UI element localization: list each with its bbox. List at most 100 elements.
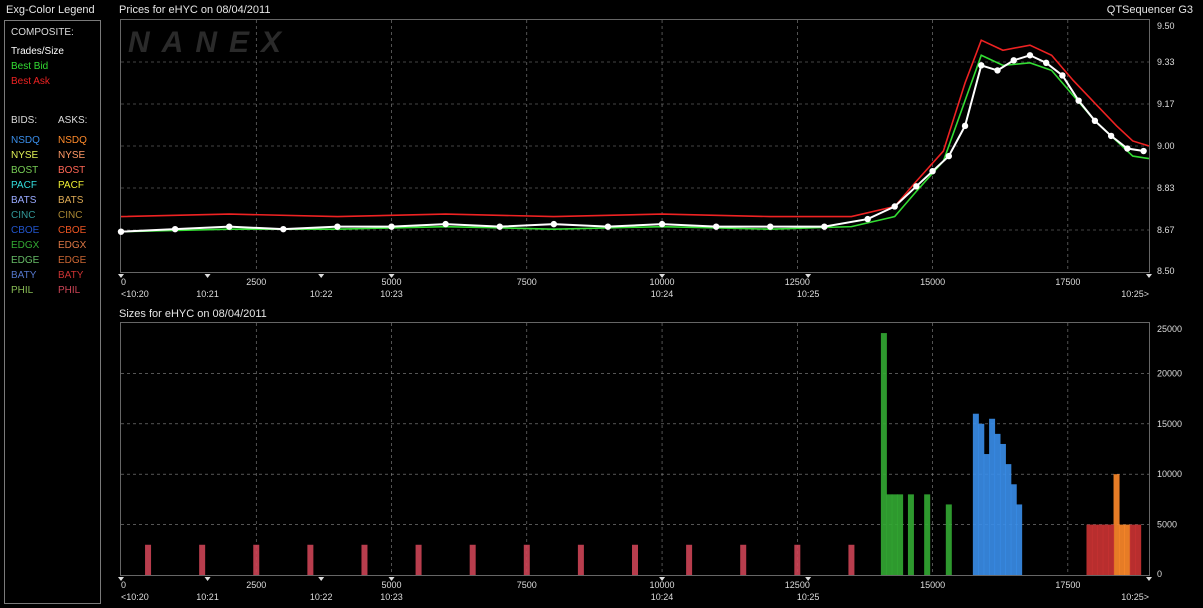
size-bar [989, 418, 996, 575]
price-series-line [120, 54, 1144, 233]
size-bar [1135, 524, 1142, 575]
size-bar [1129, 524, 1136, 575]
size-bar [924, 494, 931, 575]
trade-point [171, 225, 179, 233]
trade-point [767, 223, 774, 230]
x-tick-label: 12500 [785, 580, 810, 590]
legend-ask-pacf: PACF [58, 180, 84, 191]
y-tick-label: 5000 [1157, 520, 1177, 530]
size-bar [848, 544, 855, 575]
time-tick-label: 10:21 [196, 592, 219, 602]
legend-bid-cinc: CINC [11, 210, 36, 221]
y-tick-label: 25000 [1157, 324, 1182, 334]
size-bar [577, 544, 584, 575]
size-bar [1086, 524, 1093, 575]
trade-point [496, 223, 503, 230]
legend-ask-edge: EDGE [58, 255, 87, 266]
legend-item-trades-size: Trades/Size [11, 46, 64, 57]
trade-point [658, 220, 666, 228]
trade-point [929, 168, 936, 175]
price-chart-svg: 9.50 9.33 9.17 9.00 8.83 8.67 8.50 0 2500 5000 750… [117, 20, 1175, 299]
time-tick-label: 10:24 [651, 289, 674, 299]
trade-point [712, 223, 720, 230]
trade-point [226, 223, 233, 230]
y-tick-label: 9.33 [1157, 57, 1175, 67]
legend-ask-nyse: NYSE [58, 150, 86, 161]
legend-ask-cinc: CINC [58, 210, 83, 221]
size-bar [740, 544, 747, 575]
legend-ask-edgx: EDGX [58, 240, 87, 251]
legend-bid-bost: BOST [11, 165, 39, 176]
trade-point [1043, 59, 1050, 67]
prices-chart-title: Prices for eHYC on 08/04/2011 [119, 4, 271, 16]
legend-bid-nyse: NYSE [11, 150, 39, 161]
x-tick-label: 7500 [517, 277, 537, 287]
legend-bid-baty: BATY [11, 270, 37, 281]
trade-point [945, 152, 953, 160]
time-tick-label: 10:22 [310, 289, 333, 299]
size-bar [891, 494, 898, 575]
trade-point [117, 228, 125, 235]
size-bar [361, 544, 368, 575]
trade-point [913, 183, 920, 190]
time-tick-label: 10:25> [1121, 289, 1149, 299]
size-bar [1118, 524, 1125, 575]
legend-item-best-bid: Best Bid [11, 61, 49, 72]
trade-point [1140, 147, 1147, 155]
x-tick-label: 0 [121, 277, 126, 287]
size-bar [1124, 524, 1131, 575]
size-bar [886, 494, 893, 575]
sizes-chart-title: Sizes for eHYC on 08/04/2011 [119, 308, 267, 320]
size-bar [972, 413, 979, 575]
time-tick-marker [1146, 274, 1152, 278]
size-bar [1010, 484, 1017, 575]
y-tick-label: 0 [1157, 569, 1162, 579]
time-tick-marker [318, 577, 325, 581]
legend-bid-phil: PHIL [11, 285, 34, 296]
time-tick-label: 10:23 [380, 289, 403, 299]
trade-point [1059, 72, 1066, 79]
trade-point [1026, 52, 1034, 59]
legend-ask-nsdq: NSDQ [58, 135, 87, 146]
legend-bid-pacf: PACF [11, 180, 37, 191]
size-bar [907, 494, 914, 575]
x-tick-label: 17500 [1055, 277, 1080, 287]
trade-point [994, 67, 1001, 74]
trade-point [821, 223, 828, 230]
y-tick-label: 9.17 [1157, 99, 1175, 109]
y-tick-label: 8.50 [1157, 266, 1175, 276]
time-tick-marker [1146, 577, 1152, 581]
bids-header: BIDS: [11, 115, 38, 126]
legend-bid-nsdq: NSDQ [11, 135, 40, 146]
time-tick-label: <10:20 [121, 289, 149, 299]
time-tick-label: 10:23 [380, 592, 403, 602]
time-tick-label: 10:25 [797, 289, 820, 299]
legend-ask-cboe: CBOE [58, 225, 87, 236]
size-bar [994, 433, 1001, 575]
x-tick-label: 12500 [785, 277, 810, 287]
trade-point [1091, 117, 1099, 125]
size-bar [686, 544, 693, 575]
size-bar [1108, 524, 1115, 575]
trade-point [280, 225, 287, 233]
app-name: QTSequencer G3 [1106, 4, 1193, 16]
time-tick-label: 10:25> [1121, 592, 1149, 602]
size-chart: 25000 20000 15000 10000 5000 0 0 2500 5000 7500 10… [118, 322, 1182, 602]
exchange-color-legend: Exg-Color Legend COMPOSITE: Trades/Size … [0, 0, 106, 607]
y-tick-label: 9.00 [1157, 141, 1175, 151]
legend-title: Exg-Color Legend [6, 4, 95, 16]
x-tick-label: 17500 [1055, 580, 1080, 590]
x-tick-label: 15000 [920, 277, 945, 287]
trade-point [388, 223, 395, 230]
x-tick-label: 7500 [517, 580, 537, 590]
x-tick-label: 10000 [650, 277, 675, 287]
size-bar [145, 544, 152, 575]
x-tick-label: 10000 [650, 580, 675, 590]
legend-bid-edge: EDGE [11, 255, 40, 266]
y-tick-label: 8.83 [1157, 183, 1175, 193]
x-tick-label: 5000 [382, 580, 402, 590]
trade-point [891, 203, 898, 210]
time-tick-label: 10:24 [651, 592, 674, 602]
x-tick-label: 5000 [382, 277, 402, 287]
trade-point [1010, 57, 1017, 64]
